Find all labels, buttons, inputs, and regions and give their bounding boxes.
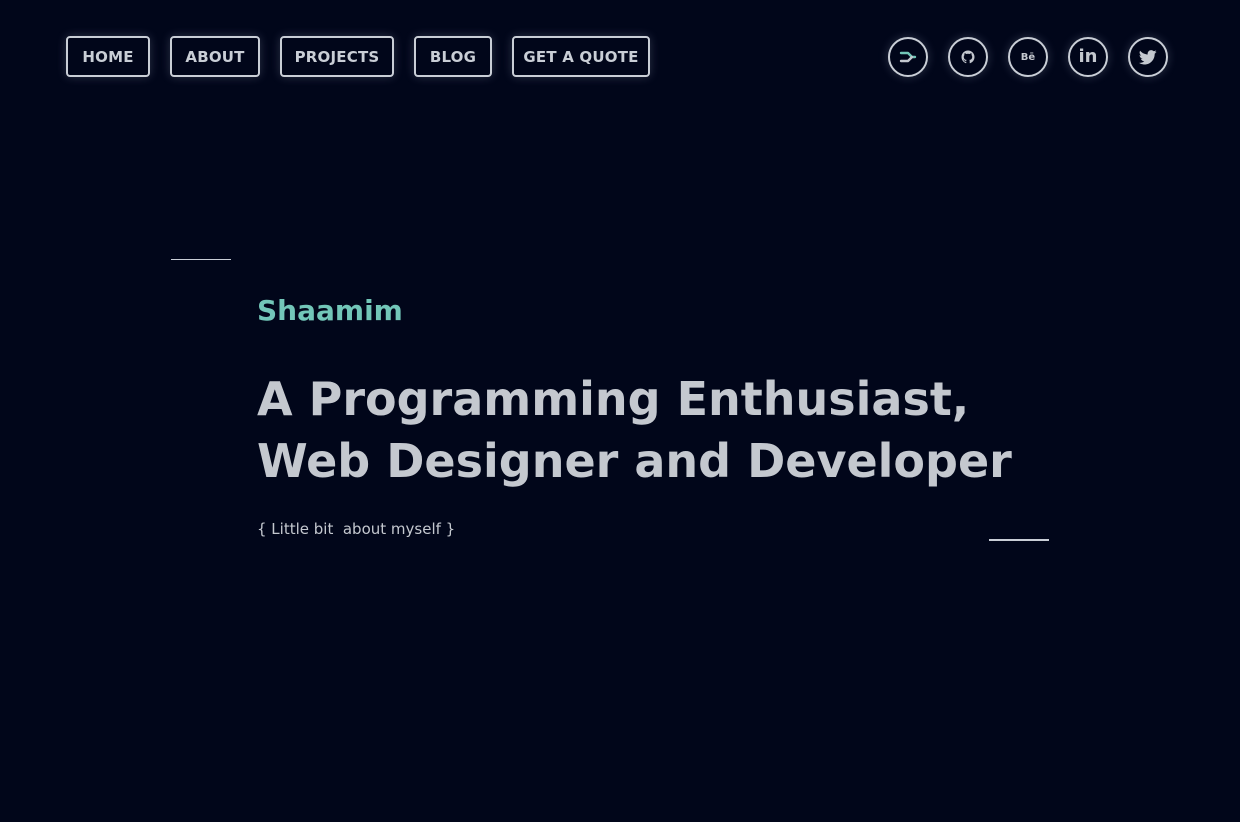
- behance-link[interactable]: Bē: [1008, 37, 1048, 77]
- nav-about-button[interactable]: ABOUT: [170, 36, 260, 77]
- hero-subtitle: { Little bit about myself }: [257, 520, 456, 538]
- hero-headline-line-2: Web Designer and Developer: [257, 434, 1012, 488]
- stackshare-link[interactable]: [888, 37, 928, 77]
- linkedin-link[interactable]: in: [1068, 37, 1108, 77]
- decorative-line-left: [171, 259, 231, 260]
- hero-headline: A Programming Enthusiast, Web Designer a…: [257, 368, 1017, 492]
- decorative-line-right: [989, 539, 1049, 541]
- nav-home-button[interactable]: HOME: [66, 36, 150, 77]
- hero-headline-line-1: A Programming Enthusiast,: [257, 372, 970, 426]
- github-link[interactable]: [948, 37, 988, 77]
- nav-get-a-quote-button[interactable]: GET A QUOTE: [512, 36, 650, 77]
- linkedin-icon: in: [1078, 46, 1098, 67]
- stackshare-icon: [899, 51, 917, 63]
- twitter-icon: [1139, 49, 1157, 64]
- social-links: Bē in: [888, 37, 1168, 77]
- page: HOME ABOUT PROJECTS BLOG GET A QUOTE Bē …: [0, 0, 1240, 822]
- twitter-link[interactable]: [1128, 37, 1168, 77]
- behance-icon: Bē: [1020, 51, 1036, 63]
- main-nav: HOME ABOUT PROJECTS BLOG GET A QUOTE: [66, 36, 650, 77]
- hero-name: Shaamim: [257, 294, 403, 327]
- nav-projects-button[interactable]: PROJECTS: [280, 36, 394, 77]
- github-icon: [961, 50, 975, 64]
- nav-blog-button[interactable]: BLOG: [414, 36, 492, 77]
